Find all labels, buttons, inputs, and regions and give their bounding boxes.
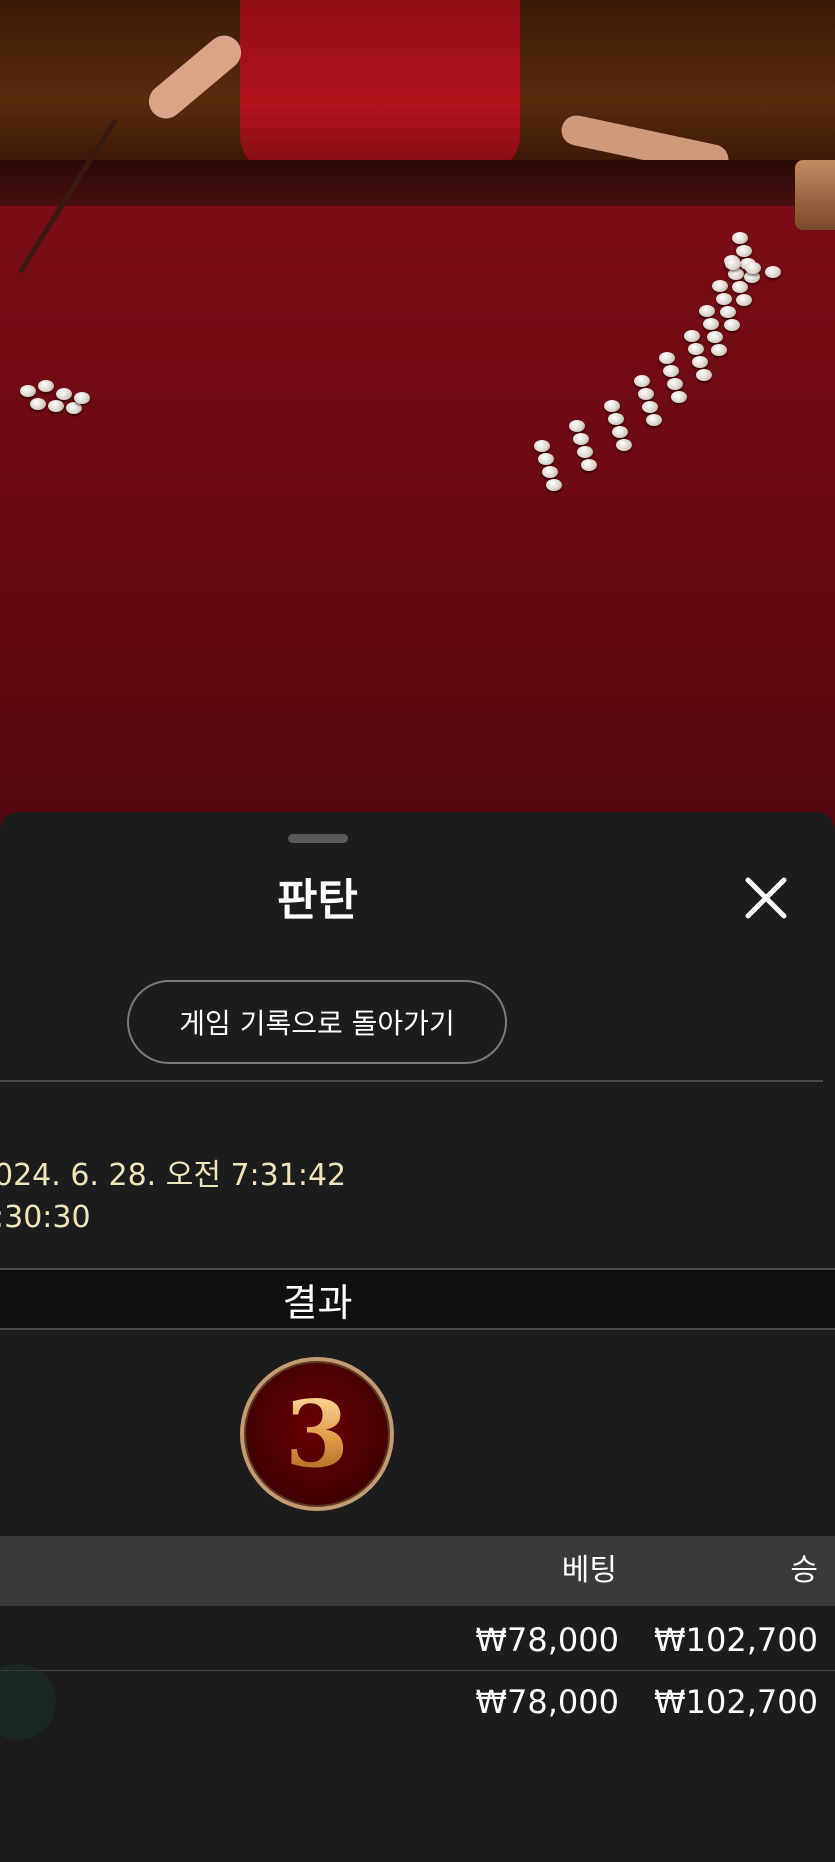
table-felt xyxy=(0,206,835,830)
bet-table-header: 베팅 승 xyxy=(0,1536,835,1606)
bead xyxy=(720,306,736,318)
bead xyxy=(542,466,558,478)
bead xyxy=(724,319,740,331)
bead xyxy=(534,440,550,452)
bead xyxy=(20,385,36,397)
bead xyxy=(736,245,752,257)
bead xyxy=(48,400,64,412)
bead xyxy=(74,392,90,404)
bead xyxy=(612,426,628,438)
row-win-amount: ₩102,700 xyxy=(654,1683,818,1721)
bead xyxy=(707,331,723,343)
game-detail-sheet: 판탄 게임 기록으로 돌아가기 024. 6. 28. 오전 7:31:42 :… xyxy=(0,812,835,1862)
row-bet-amount: ₩78,000 xyxy=(475,1621,619,1659)
result-header-bar: 결과 xyxy=(0,1268,835,1330)
bead xyxy=(646,414,662,426)
bead xyxy=(573,433,589,445)
bead xyxy=(711,344,727,356)
bead xyxy=(56,388,72,400)
bead xyxy=(604,400,620,412)
back-to-history-button[interactable]: 게임 기록으로 돌아가기 xyxy=(127,980,507,1064)
live-video xyxy=(0,0,835,830)
bead xyxy=(38,380,54,392)
bead xyxy=(732,281,748,293)
result-header-label: 결과 xyxy=(282,1280,353,1325)
bead xyxy=(638,388,654,400)
bead xyxy=(725,258,741,270)
bead xyxy=(546,479,562,491)
bead xyxy=(569,420,585,432)
bead xyxy=(765,266,781,278)
bead xyxy=(736,294,752,306)
result-number: 3 xyxy=(284,1380,349,1488)
close-icon xyxy=(745,877,787,919)
bead xyxy=(712,280,728,292)
bead xyxy=(616,439,632,451)
bead xyxy=(699,305,715,317)
chip-stack xyxy=(795,160,835,230)
bead xyxy=(703,318,719,330)
game-duration: :30:30 xyxy=(0,1200,91,1235)
result-ball: 3 xyxy=(240,1357,394,1511)
bead xyxy=(684,330,700,342)
bead xyxy=(577,446,593,458)
bead xyxy=(663,365,679,377)
table-row-total: ₩78,000 ₩102,700 xyxy=(0,1664,835,1740)
bead xyxy=(696,369,712,381)
row-win-amount: ₩102,700 xyxy=(654,1621,818,1659)
bead xyxy=(581,459,597,471)
header-bet: 베팅 xyxy=(561,1553,617,1588)
bead xyxy=(716,293,732,305)
sheet-grabber[interactable] xyxy=(288,834,348,843)
divider xyxy=(0,1080,823,1082)
bead xyxy=(538,453,554,465)
bead xyxy=(634,375,650,387)
close-button[interactable] xyxy=(740,872,792,924)
table-row: ₩78,000 ₩102,700 xyxy=(0,1610,835,1671)
bead xyxy=(692,356,708,368)
game-datetime: 024. 6. 28. 오전 7:31:42 xyxy=(0,1158,347,1193)
sheet-title: 판탄 xyxy=(277,875,358,926)
bead xyxy=(30,398,46,410)
bead xyxy=(667,378,683,390)
bead xyxy=(745,262,761,274)
bead xyxy=(642,401,658,413)
bead xyxy=(659,352,675,364)
bead xyxy=(671,391,687,403)
header-win: 승 xyxy=(790,1553,818,1588)
chip-avatar xyxy=(0,1664,56,1740)
bead xyxy=(688,343,704,355)
table-edge xyxy=(0,160,835,208)
row-bet-amount: ₩78,000 xyxy=(475,1683,619,1721)
dealer xyxy=(240,0,520,175)
bead xyxy=(608,413,624,425)
bead xyxy=(732,232,748,244)
